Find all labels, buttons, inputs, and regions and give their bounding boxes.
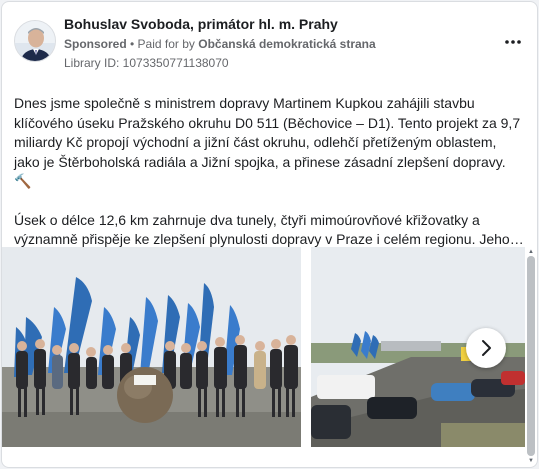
scrollbar-thumb[interactable]	[527, 256, 535, 456]
more-options-button[interactable]	[501, 30, 525, 54]
payer-name: Občanská demokratická strana	[198, 37, 376, 51]
avatar-image	[15, 21, 55, 61]
scroll-up-icon[interactable]: ▲	[527, 248, 535, 256]
page-name-link[interactable]: Bohuslav Svoboda, primátor hl. m. Prahy	[64, 16, 338, 32]
post-paragraph-2[interactable]: Úsek o délce 12,6 km zahrnuje dva tunely…	[14, 211, 526, 250]
avatar[interactable]	[14, 20, 56, 62]
ad-card: Bohuslav Svoboda, primátor hl. m. Prahy …	[1, 1, 538, 468]
chevron-right-icon	[482, 340, 491, 356]
image-carousel	[2, 247, 537, 447]
more-horizontal-icon	[505, 40, 521, 44]
carousel-next-button[interactable]	[466, 328, 506, 368]
sponsored-label: Sponsored	[64, 37, 127, 51]
ceremony-photo[interactable]	[2, 247, 301, 447]
meta-separator: •	[126, 37, 138, 51]
post-text: Dnes jsme společně s ministrem dopravy M…	[14, 94, 526, 269]
ad-meta: Sponsored • Paid for by Občanská demokra…	[64, 37, 376, 51]
library-id: Library ID: 1073350771138070	[64, 56, 229, 70]
post-paragraph-1: Dnes jsme společně s ministrem dopravy M…	[14, 95, 521, 189]
paid-for-label: Paid for by	[137, 37, 199, 51]
ceremony-photo-image	[2, 247, 301, 447]
scroll-down-icon[interactable]: ▼	[527, 457, 535, 465]
scrollbar-track[interactable]	[527, 256, 535, 456]
ad-header: Bohuslav Svoboda, primátor hl. m. Prahy …	[2, 2, 537, 82]
